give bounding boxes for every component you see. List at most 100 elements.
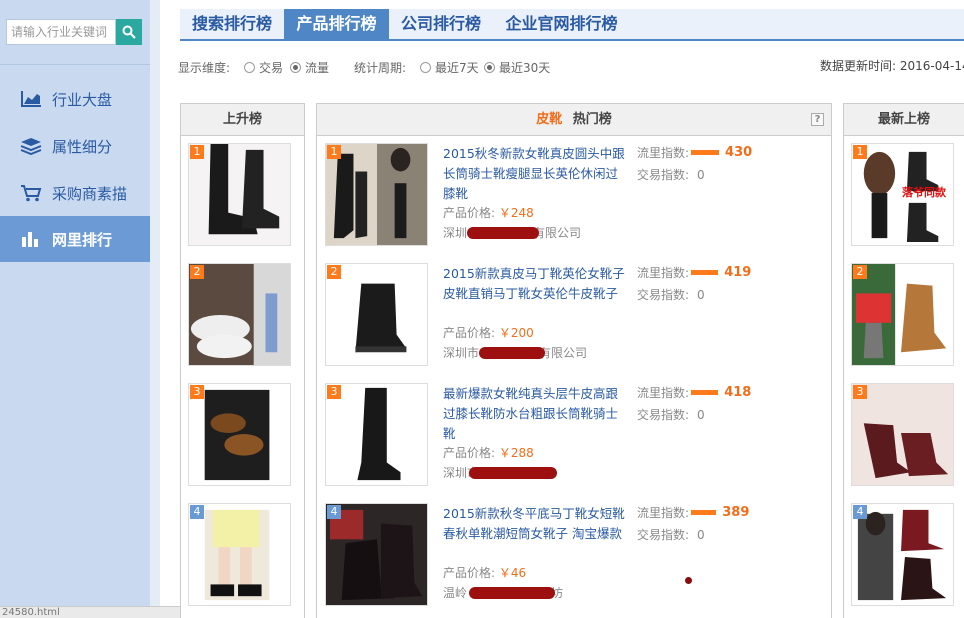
option-label: 最近30天: [499, 61, 551, 75]
radio-button-checked[interactable]: [290, 62, 301, 73]
trade-index: 交易指数: 0: [637, 406, 705, 423]
rank-badge: 1: [327, 145, 341, 159]
flow-value: 418: [724, 385, 752, 400]
redaction-mark: [469, 467, 557, 479]
area-chart-icon: [18, 88, 44, 110]
rank-badge: 2: [853, 265, 867, 279]
dimension-option-trade[interactable]: 交易: [244, 59, 283, 76]
tab-search-ranking[interactable]: 搜索排行榜: [180, 9, 284, 39]
rank-badge: 4: [190, 505, 204, 519]
rank-badge: 3: [190, 385, 204, 399]
period-option-30d[interactable]: 最近30天: [484, 59, 550, 76]
metric-label: 交易指数:: [637, 408, 690, 422]
product-price: 产品价格: ￥46: [443, 564, 526, 581]
product-image: [852, 504, 953, 605]
rising-panel: 上升榜 1 2 3 4: [180, 103, 305, 618]
redaction-mark: [469, 587, 555, 599]
metric-label: 流里指数:: [637, 386, 690, 400]
rank-badge: 2: [190, 265, 204, 279]
tab-company-ranking[interactable]: 公司排行榜: [389, 9, 493, 39]
search-button[interactable]: [116, 19, 142, 45]
cart-icon: [18, 182, 44, 204]
newest-item-thumb[interactable]: 1 落爷同款: [851, 143, 954, 246]
flow-index: 流里指数: 389: [637, 504, 749, 521]
trade-index: 交易指数: 0: [637, 166, 705, 183]
product-title[interactable]: 2015新款秋冬平底马丁靴女短靴春秋单靴潮短筒女靴子 淘宝爆款: [443, 504, 629, 544]
tab-website-ranking[interactable]: 企业官网排行榜: [493, 9, 630, 39]
product-title[interactable]: 2015新款真皮马丁靴英伦女靴子皮靴直销马丁靴女英伦牛皮靴子: [443, 264, 629, 304]
trade-index: 交易指数: 0: [637, 286, 705, 303]
radio-button[interactable]: [420, 62, 431, 73]
metric-label: 流里指数:: [637, 266, 690, 280]
rank-badge: 1: [853, 145, 867, 159]
product-image: [189, 504, 290, 605]
product-image: [326, 144, 427, 245]
product-image: [326, 264, 427, 365]
newest-item-thumb[interactable]: 3: [851, 383, 954, 486]
product-price: 产品价格: ￥288: [443, 444, 534, 461]
sidebar-item-label: 网里排行: [52, 230, 113, 249]
hot-panel-header: 皮靴 热门榜 ?: [317, 104, 831, 136]
shop-suffix: 有限公司: [539, 346, 588, 360]
product-image: [852, 264, 953, 365]
tab-bar: 搜索排行榜 产品排行榜 公司排行榜 企业官网排行榜: [180, 9, 964, 41]
shop-suffix: 有限公司: [533, 226, 582, 240]
dimension-option-flow[interactable]: 流量: [290, 59, 329, 76]
product-price: 产品价格: ￥248: [443, 204, 534, 221]
help-icon[interactable]: ?: [811, 113, 824, 126]
price-value: ￥248: [498, 206, 534, 220]
metric-label: 流里指数:: [637, 506, 690, 520]
rank-badge: 2: [327, 265, 341, 279]
search-input[interactable]: [6, 19, 116, 45]
product-image: [189, 384, 290, 485]
hot-panel: 皮靴 热门榜 ? 1 2015秋冬新款女靴真皮圆头中跟长筒骑士靴瘦腿显长英伦休闲…: [316, 103, 832, 618]
rank-badge: 3: [327, 385, 341, 399]
search-box: [6, 19, 142, 45]
rising-item-thumb[interactable]: 4: [188, 503, 291, 606]
flow-bar: [691, 270, 719, 275]
update-time: 数据更新时间: 2016-04-14: [820, 59, 964, 73]
option-label: 最近7天: [435, 61, 479, 75]
product-title[interactable]: 2015秋冬新款女靴真皮圆头中跟长筒骑士靴瘦腿显长英伦休闲过膝靴: [443, 144, 629, 204]
shop-prefix: 温岭: [443, 586, 468, 600]
sidebar-item-ranking[interactable]: 网里排行: [0, 216, 150, 262]
product-title[interactable]: 最新爆款女靴纯真头层牛皮高跟过膝长靴防水台粗跟长筒靴骑士靴: [443, 384, 629, 444]
price-label: 产品价格:: [443, 566, 496, 580]
price-label: 产品价格:: [443, 326, 496, 340]
hot-item-thumb[interactable]: 1: [325, 143, 428, 246]
price-label: 产品价格:: [443, 206, 496, 220]
trade-value: 0: [697, 167, 705, 182]
sidebar-item-industry[interactable]: 行业大盘: [0, 76, 150, 122]
sidebar-item-buyers[interactable]: 采购商素描: [0, 170, 150, 216]
radio-button[interactable]: [244, 62, 255, 73]
rank-badge: 4: [853, 505, 867, 519]
rising-item-thumb[interactable]: 3: [188, 383, 291, 486]
sidebar-item-attributes[interactable]: 属性细分: [0, 123, 150, 169]
flow-index: 流里指数: 430: [637, 144, 752, 161]
product-image: [189, 264, 290, 365]
newest-panel: 最新上榜 1 落爷同款 2 3 4: [843, 103, 964, 618]
hot-item-thumb[interactable]: 4: [325, 503, 428, 606]
dimension-label: 显示维度:: [178, 61, 231, 75]
rank-badge: 1: [190, 145, 204, 159]
sidebar-item-label: 采购商素描: [52, 184, 128, 203]
flow-value: 419: [724, 265, 752, 280]
trade-value: 0: [697, 407, 705, 422]
shop-prefix: 深圳市: [443, 346, 480, 360]
newest-item-thumb[interactable]: 2: [851, 263, 954, 366]
image-overlay-text: 落爷同款: [902, 186, 946, 199]
product-image: [189, 144, 290, 245]
newest-item-thumb[interactable]: 4: [851, 503, 954, 606]
hot-item-thumb[interactable]: 3: [325, 383, 428, 486]
rising-item-thumb[interactable]: 2: [188, 263, 291, 366]
tab-product-ranking[interactable]: 产品排行榜: [284, 9, 389, 39]
rank-badge: 4: [327, 505, 341, 519]
sidebar-edge: [150, 0, 160, 618]
hot-title: 热门榜: [572, 112, 612, 127]
period-option-7d[interactable]: 最近7天: [420, 59, 479, 76]
radio-button-checked[interactable]: [484, 62, 495, 73]
hot-item-thumb[interactable]: 2: [325, 263, 428, 366]
rising-item-thumb[interactable]: 1: [188, 143, 291, 246]
price-value: ￥200: [498, 326, 534, 340]
flow-bar: [691, 150, 720, 155]
